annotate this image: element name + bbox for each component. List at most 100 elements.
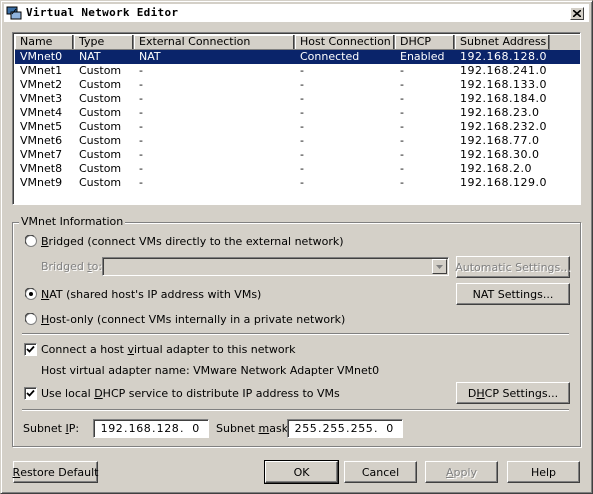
table-cell-name: VMnet7: [20, 148, 63, 161]
column-header-name[interactable]: Name: [15, 35, 74, 50]
column-header-host-connection[interactable]: Host Connection: [295, 35, 395, 50]
table-cell-host: -: [300, 78, 304, 91]
use-dhcp-label[interactable]: Use local DHCP service to distribute IP …: [41, 387, 340, 400]
bridged-label[interactable]: Bridged (connect VMs directly to the ext…: [41, 235, 344, 248]
table-cell-subnet: 192.168.30.0: [460, 148, 540, 161]
table-cell-host: -: [300, 120, 304, 133]
table-cell-dhcp: -: [400, 162, 404, 175]
cancel-button[interactable]: Cancel: [344, 461, 417, 483]
virtual-network-editor-window: Virtual Network Editor Name Type Externa…: [0, 0, 593, 494]
host-only-radio[interactable]: [25, 313, 37, 325]
table-cell-dhcp: -: [400, 92, 404, 105]
table-cell-host: -: [300, 134, 304, 147]
host-adapter-name: Host virtual adapter name: VMware Networ…: [41, 364, 380, 377]
column-header-subnet-address[interactable]: Subnet Address: [455, 35, 550, 50]
title-bar[interactable]: Virtual Network Editor: [4, 4, 589, 22]
table-cell-type: Custom: [79, 134, 122, 147]
table-cell-subnet: 192.168.128.0: [460, 50, 547, 63]
table-cell-type: NAT: [79, 50, 101, 63]
subnet-mask-field[interactable]: 255. 255. 255. 0: [287, 419, 403, 438]
checkmark-icon: [26, 345, 35, 353]
table-cell-dhcp: -: [400, 176, 404, 189]
table-cell-name: VMnet1: [20, 64, 63, 77]
table-cell-type: Custom: [79, 120, 122, 133]
table-cell-type: Custom: [79, 78, 122, 91]
table-cell-external: -: [139, 92, 143, 105]
table-row[interactable]: VMnet7 Custom - - - 192.168.30.0: [15, 148, 580, 162]
table-cell-type: Custom: [79, 176, 122, 189]
column-header-external-connection[interactable]: External Connection: [134, 35, 295, 50]
table-cell-name: VMnet6: [20, 134, 63, 147]
table-cell-subnet: 192.168.184.0: [460, 92, 547, 105]
apply-button[interactable]: Apply: [425, 461, 498, 483]
table-cell-external: -: [139, 64, 143, 77]
table-cell-name: VMnet2: [20, 78, 63, 91]
table-cell-external: -: [139, 120, 143, 133]
table-cell-type: Custom: [79, 92, 122, 105]
table-cell-name: VMnet9: [20, 176, 63, 189]
connect-adapter-label[interactable]: Connect a host virtual adapter to this n…: [41, 343, 295, 356]
vmnet-list-rows: VMnet0 NAT NAT Connected Enabled 192.168.128.…: [15, 50, 580, 190]
help-button[interactable]: Help: [507, 461, 580, 483]
subnet-mask-label: Subnet mask:: [216, 422, 292, 435]
table-cell-dhcp: -: [400, 64, 404, 77]
table-cell-external: -: [139, 176, 143, 189]
table-row[interactable]: VMnet2 Custom - - - 192.168.133.0: [15, 78, 580, 92]
subnet-ip-label: Subnet IP:: [23, 422, 80, 435]
table-row[interactable]: VMnet8 Custom - - - 192.168.2.0: [15, 162, 580, 176]
table-cell-host: -: [300, 162, 304, 175]
table-row[interactable]: VMnet6 Custom - - - 192.168.77.0: [15, 134, 580, 148]
table-row[interactable]: VMnet9 Custom - - - 192.168.129.0: [15, 176, 580, 190]
table-row[interactable]: VMnet3 Custom - - - 192.168.184.0: [15, 92, 580, 106]
nat-label[interactable]: NAT (shared host's IP address with VMs): [41, 288, 261, 301]
table-cell-host: -: [300, 92, 304, 105]
checkmark-icon: [26, 389, 35, 397]
dropdown-arrow-button[interactable]: [432, 259, 447, 274]
host-only-label[interactable]: Host-only (connect VMs internally in a p…: [41, 313, 345, 326]
table-cell-dhcp: -: [400, 106, 404, 119]
table-row[interactable]: VMnet5 Custom - - - 192.168.232.0: [15, 120, 580, 134]
dhcp-settings-button[interactable]: D H CP Settings...: [456, 382, 570, 404]
column-header-type[interactable]: Type: [74, 35, 134, 50]
table-row[interactable]: VMnet1 Custom - - - 192.168.241.0: [15, 64, 580, 78]
table-cell-host: Connected: [300, 50, 360, 63]
table-cell-dhcp: Enabled: [400, 50, 445, 63]
use-dhcp-checkbox[interactable]: [24, 387, 37, 400]
ok-button[interactable]: OK: [264, 460, 339, 484]
table-cell-type: Custom: [79, 148, 122, 161]
table-cell-dhcp: -: [400, 78, 404, 91]
separator: [22, 333, 569, 335]
vmnet-information-label: VMnet Information: [19, 215, 126, 228]
close-icon: [573, 10, 581, 17]
table-cell-external: -: [139, 162, 143, 175]
vmnet-list[interactable]: Name Type External Connection Host Conne…: [12, 32, 581, 205]
table-cell-subnet: 192.168.232.0: [460, 120, 547, 133]
table-cell-type: Custom: [79, 162, 122, 175]
table-cell-host: -: [300, 176, 304, 189]
table-cell-external: -: [139, 78, 143, 91]
table-row[interactable]: VMnet0 NAT NAT Connected Enabled 192.168.128.…: [15, 50, 580, 64]
bridged-to-dropdown[interactable]: [102, 257, 449, 276]
table-cell-subnet: 192.168.129.0: [460, 176, 547, 189]
table-cell-name: VMnet4: [20, 106, 63, 119]
restore-default-button[interactable]: Restore Default: [13, 461, 98, 483]
window-title: Virtual Network Editor: [26, 6, 179, 19]
table-cell-host: -: [300, 148, 304, 161]
vmnet-list-header: Name Type External Connection Host Conne…: [15, 35, 580, 50]
table-cell-external: NAT: [139, 50, 161, 63]
table-cell-external: -: [139, 106, 143, 119]
automatic-settings-button[interactable]: Automatic Settings...: [455, 256, 571, 278]
column-header-dhcp[interactable]: DHCP: [395, 35, 455, 50]
separator: [22, 409, 569, 411]
bridged-radio[interactable]: [25, 235, 37, 247]
connect-adapter-checkbox[interactable]: [24, 343, 37, 356]
nat-radio[interactable]: [25, 288, 37, 300]
bridged-to-label: Bridged to:: [41, 260, 103, 273]
table-cell-external: -: [139, 134, 143, 147]
subnet-ip-field[interactable]: 192. 168. 128. 0: [93, 419, 209, 438]
nat-settings-button[interactable]: NAT Settings...: [456, 283, 570, 305]
close-button[interactable]: [570, 7, 584, 20]
table-row[interactable]: VMnet4 Custom - - - 192.168.23.0: [15, 106, 580, 120]
table-cell-type: Custom: [79, 106, 122, 119]
table-cell-subnet: 192.168.23.0: [460, 106, 540, 119]
